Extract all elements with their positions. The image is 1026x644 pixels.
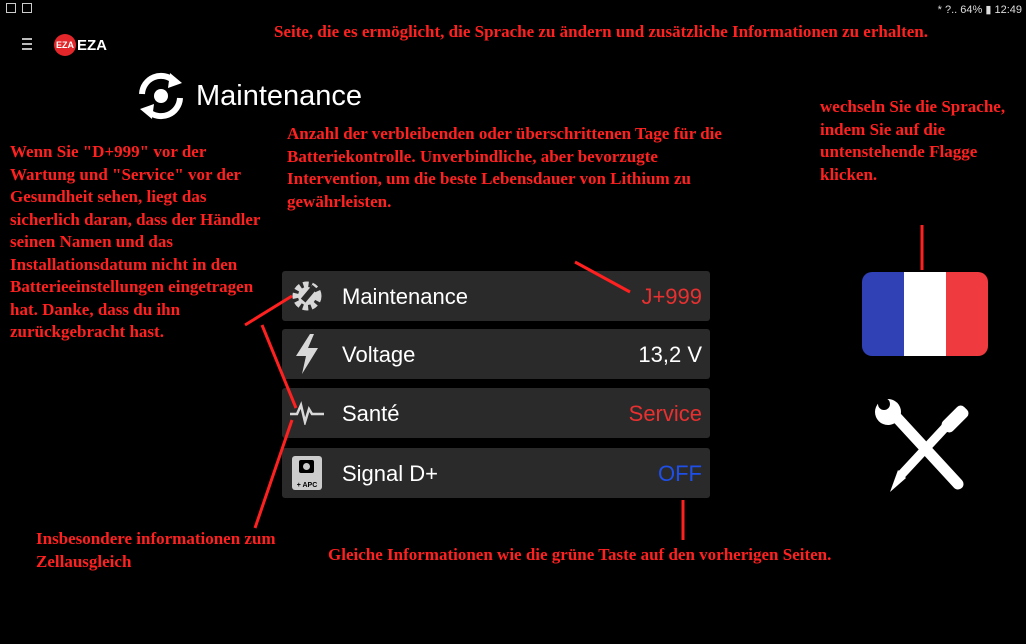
annotation-language: wechseln Sie die Sprache, indem Sie auf … [820,97,1006,184]
annotation-maintenance-days: Anzahl der verbleibenden oder überschrit… [287,124,722,211]
annotation-signal-info: Gleiche Informationen wie die grüne Tast… [328,545,832,564]
annotation-top: Seite, die es ermöglicht, die Sprache zu… [274,22,928,41]
annotation-dealer-info: Wenn Sie "D+999" vor der Wartung und "Se… [10,142,261,341]
annotation-cell-balancing: Insbesondere informationen zum Zellausgl… [36,529,276,571]
